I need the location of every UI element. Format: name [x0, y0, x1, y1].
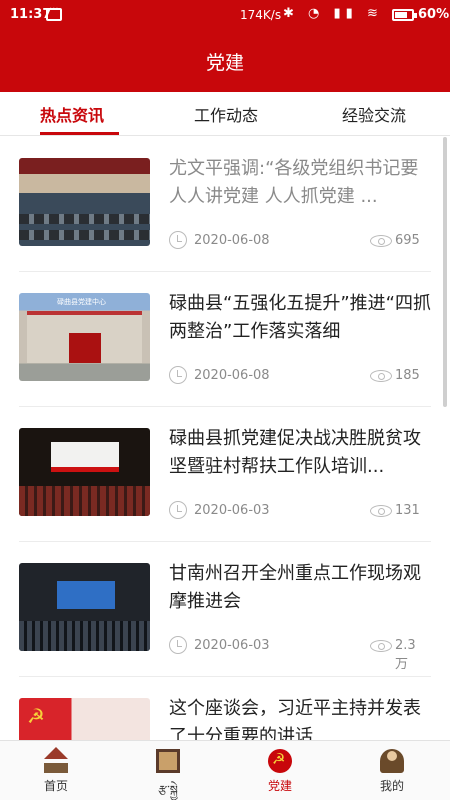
- news-date: 2020-06-08: [194, 368, 270, 383]
- news-date: 2020-06-08: [194, 233, 270, 248]
- nav-label: 党建: [267, 779, 292, 793]
- news-item[interactable]: 甘南州召开全州重点工作现场观摩推进会 2020-06-03 2.3万: [0, 542, 450, 677]
- eye-icon: [370, 505, 392, 517]
- message-icon: [46, 4, 62, 21]
- scrollbar[interactable]: [443, 137, 447, 407]
- network-speed: 174K/s: [240, 8, 282, 22]
- clock-icon: [169, 501, 187, 519]
- page-title: 党建: [205, 52, 244, 74]
- profile-icon: [380, 749, 404, 773]
- app-header: 11:37 174K/s ✱ ◔ ▮▮ ≋ 60% 党建: [0, 0, 450, 92]
- tab-hot-news[interactable]: 热点资讯: [40, 102, 104, 126]
- gate-icon: [156, 749, 180, 773]
- news-item[interactable]: 碌曲县抓党建促决战决胜脱贫攻坚暨驻村帮扶工作队培训... 2020-06-03 …: [0, 407, 450, 542]
- news-thumbnail: [19, 428, 150, 516]
- news-item[interactable]: 碌曲县党建中心 碌曲县“五强化五提升”推进“四抓两整治”工作落实落细 2020-…: [0, 272, 450, 407]
- view-count: 185: [395, 368, 420, 383]
- news-title: 甘南州召开全州重点工作现场观摩推进会: [169, 563, 421, 612]
- status-icons: ✱ ◔ ▮▮ ≋: [283, 6, 383, 21]
- tab-experience[interactable]: 经验交流: [342, 102, 406, 126]
- battery-icon: [392, 9, 417, 21]
- nav-home[interactable]: 首页: [0, 741, 112, 800]
- clock-icon: [169, 366, 187, 384]
- news-thumbnail: [19, 563, 150, 651]
- nav-label: 我的: [379, 779, 404, 793]
- eye-icon: [370, 235, 392, 247]
- status-bar: 11:37 174K/s ✱ ◔ ▮▮ ≋ 60%: [0, 0, 450, 30]
- eye-icon: [370, 370, 392, 382]
- eye-icon: [370, 640, 392, 652]
- bottom-navigation: 首页 རྩ་སྐྱེ 党建 我的: [0, 740, 450, 800]
- news-thumbnail: ☭: [19, 698, 150, 740]
- battery-percent: 60%: [418, 7, 450, 22]
- nav-tibetan[interactable]: རྩ་སྐྱེ: [112, 741, 224, 800]
- party-emblem-icon: [268, 749, 292, 773]
- news-item[interactable]: ☭ 这个座谈会，习近平主持并发表了十分重要的讲话: [0, 677, 450, 740]
- news-thumbnail: [19, 158, 150, 246]
- news-title: 碌曲县抓党建促决战决胜脱贫攻坚暨驻村帮扶工作队培训...: [169, 428, 421, 477]
- news-title: 这个座谈会，习近平主持并发表了十分重要的讲话: [169, 698, 421, 740]
- tab-work-news[interactable]: 工作动态: [194, 102, 258, 126]
- clock-icon: [169, 231, 187, 249]
- view-count: 131: [395, 503, 420, 518]
- nav-label: 首页: [43, 779, 68, 793]
- view-count: 2.3万: [395, 638, 416, 672]
- news-title: 碌曲县“五强化五提升”推进“四抓两整治”工作落实落细: [169, 293, 431, 342]
- news-thumbnail: 碌曲县党建中心: [19, 293, 150, 381]
- thumbnail-sign-text: 碌曲县党建中心: [57, 298, 106, 306]
- clock-icon: [169, 636, 187, 654]
- news-list[interactable]: 尤文平强调:“各级党组织书记要人人讲党建 人人抓党建 ... 2020-06-0…: [0, 137, 450, 740]
- active-tab-indicator: [40, 132, 119, 135]
- news-title: 尤文平强调:“各级党组织书记要人人讲党建 人人抓党建 ...: [169, 158, 419, 207]
- party-emblem-icon: ☭: [27, 704, 45, 728]
- nav-party-building[interactable]: 党建: [224, 741, 336, 800]
- nav-profile[interactable]: 我的: [336, 741, 448, 800]
- news-date: 2020-06-03: [194, 638, 270, 653]
- news-date: 2020-06-03: [194, 503, 270, 518]
- home-icon: [44, 747, 68, 773]
- news-item[interactable]: 尤文平强调:“各级党组织书记要人人讲党建 人人抓党建 ... 2020-06-0…: [0, 137, 450, 272]
- category-tabs: 热点资讯 工作动态 经验交流: [0, 92, 450, 136]
- view-count: 695: [395, 233, 420, 248]
- nav-label: རྩ་སྐྱེ: [158, 783, 178, 797]
